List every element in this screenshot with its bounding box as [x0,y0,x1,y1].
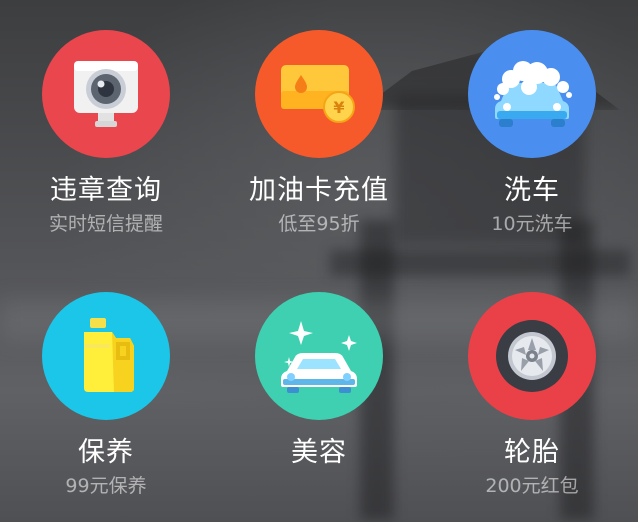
oil-bottle-icon [42,292,170,420]
car-wash-icon [468,30,596,158]
service-subtitle: 200元红包 [485,475,579,497]
service-maintenance[interactable]: 保养 99元保养 [0,262,212,512]
service-label: 美容 [291,437,347,468]
service-car-beauty[interactable]: 美容 [213,262,425,512]
camera-icon [42,30,170,158]
service-subtitle: 低至95折 [278,213,360,235]
service-label: 轮胎 [504,437,560,468]
sparkle-car-icon [255,292,383,420]
fuel-card-icon: ¥ [255,30,383,158]
service-subtitle: 实时短信提醒 [48,213,163,235]
svg-text:¥: ¥ [333,98,344,117]
tire-icon [468,292,596,420]
service-label: 保养 [78,437,134,468]
service-grid: 违章查询 实时短信提醒 ¥ 加油卡充值 低至95折 洗车 10元洗车 保养 99… [0,0,638,522]
service-fuel-card-recharge[interactable]: ¥ 加油卡充值 低至95折 [213,0,425,250]
service-subtitle: 10元洗车 [491,213,573,235]
service-label: 加油卡充值 [249,175,389,206]
service-subtitle: 99元保养 [65,475,147,497]
service-violation-query[interactable]: 违章查询 实时短信提醒 [0,0,212,250]
service-tires[interactable]: 轮胎 200元红包 [426,262,638,512]
service-label: 洗车 [504,175,560,206]
service-label: 违章查询 [50,175,162,206]
service-car-wash[interactable]: 洗车 10元洗车 [426,0,638,250]
